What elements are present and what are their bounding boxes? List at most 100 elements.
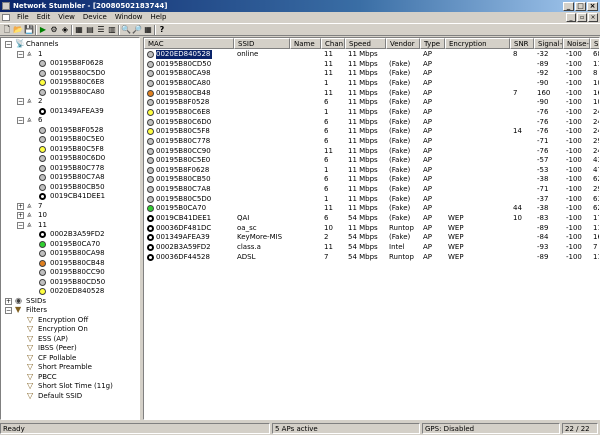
menu-view[interactable]: View [54, 12, 79, 23]
menu-edit[interactable]: Edit [33, 12, 55, 23]
column-header-ssid[interactable]: SSID [234, 38, 290, 49]
table-row[interactable]: 00195B80CB48 11 11 Mbps (Fake) AP 7 160 -100 16 [144, 89, 599, 98]
open-file-icon[interactable]: 📂 [13, 25, 23, 35]
menu-help[interactable]: Help [146, 12, 170, 23]
tree-channel-6[interactable]: − ⩓ 6 [1, 116, 139, 125]
column-header-vendor[interactable]: Vendor [386, 38, 420, 49]
title-bar[interactable]: Network Stumbler - [20080502183744] _ □ … [0, 0, 600, 12]
tree-ap-00195b80cd50[interactable]: 00195B80CD50 [1, 278, 139, 287]
table-row[interactable]: 00195B8F0528 6 11 Mbps (Fake) AP -90 -100 10 [144, 98, 599, 107]
tree-ap-00195b80c6e8[interactable]: 00195B80C6E8 [1, 78, 139, 87]
column-header-encryption[interactable]: Encryption [445, 38, 510, 49]
tree-filter-cf-pollable[interactable]: ▽ CF Pollable [1, 353, 139, 363]
zoom-out-icon[interactable]: 🔎 [132, 25, 142, 35]
table-row[interactable]: 001349AFEA39 KeyMore-MIS 2 54 Mbps (Fake) AP W… [144, 233, 599, 242]
minimize-icon[interactable]: _ [563, 2, 574, 11]
maximize-icon[interactable]: □ [575, 2, 586, 11]
table-row[interactable]: 00195B80C778 6 11 Mbps (Fake) AP -71 -100 29 [144, 137, 599, 146]
collapse-icon[interactable]: − [17, 50, 24, 58]
column-header-signal[interactable]: Signal+ [534, 38, 563, 49]
column-header-chan[interactable]: Chan [321, 38, 345, 49]
menu-window[interactable]: Window [111, 12, 147, 23]
table-row[interactable]: 00195B80C7A8 6 11 Mbps (Fake) AP -71 -100 29 [144, 185, 599, 194]
tree-ap-00195b80cb50[interactable]: 00195B80CB50 [1, 183, 139, 192]
table-row[interactable]: 0019CB41DEE1 QAI 6 54 Mbps (Fake) AP WEP 10 -83 -… [144, 214, 599, 223]
table-row[interactable]: 0002B3A59FD2 class.a 11 54 Mbps Intel AP WEP -9… [144, 243, 599, 252]
tree-ap-00195b80cc90[interactable]: 00195B80CC90 [1, 268, 139, 277]
column-header-type[interactable]: Type [420, 38, 445, 49]
table-row[interactable]: 00195B80CD50 11 11 Mbps (Fake) AP -89 -100 11 [144, 60, 599, 69]
auto-config-icon[interactable]: ⚙ [49, 25, 59, 35]
column-header-noise[interactable]: Noise- [563, 38, 590, 49]
play-scan-icon[interactable]: ▶ [38, 25, 48, 35]
close-icon[interactable]: × [587, 2, 598, 11]
collapse-icon[interactable]: − [17, 221, 24, 229]
tree-channel-7[interactable]: + ⩓ 7 [1, 201, 139, 211]
tree-filter-encryption-off[interactable]: ▽ Encryption Off [1, 315, 139, 325]
table-row[interactable]: 00195B80C6E8 1 11 Mbps (Fake) AP -76 -100 24 [144, 108, 599, 117]
tree-ap-00195b80c5f8[interactable]: 00195B80C5F8 [1, 145, 139, 154]
tree-ssids[interactable]: + ◉ SSIDs [1, 296, 139, 306]
column-header-name[interactable]: Name [290, 38, 321, 49]
list-view-icon[interactable]: ☰ [96, 25, 106, 35]
scan-speed-icon[interactable]: ◈ [60, 25, 70, 35]
table-row[interactable]: 00195B80C5F8 6 11 Mbps (Fake) AP 14 -76 -100 24 [144, 127, 599, 136]
table-row[interactable]: 00195B80C5E0 6 11 Mbps (Fake) AP -57 -100 43 [144, 156, 599, 165]
tree-filter-pbcc[interactable]: ▽ PBCC [1, 372, 139, 382]
tree-filter-default-ssid[interactable]: ▽ Default SSID [1, 391, 139, 401]
ap-list-pane[interactable]: MAC SSID Name Chan Speed Vendor Type Encryption… [143, 37, 600, 420]
tree-filter-ess-ap-[interactable]: ▽ ESS (AP) [1, 334, 139, 344]
tree-pane[interactable]: − 📡 Channels − ⩓ 1 00195B8F0628 00195B80C5D0 001… [0, 37, 140, 420]
table-row[interactable]: 00195B80C6D0 6 11 Mbps (Fake) AP -76 -100 24 [144, 118, 599, 127]
zoom-in-icon[interactable]: 🔍 [121, 25, 131, 35]
tree-ap-0002b3a59fd2[interactable]: 0002B3A59FD2 [1, 230, 139, 239]
tree-filters[interactable]: − ▼ Filters [1, 306, 139, 315]
help-icon[interactable]: ? [157, 25, 167, 35]
tree-ap-00195b80c778[interactable]: 00195B80C778 [1, 164, 139, 173]
tree-ap-00195b80ca98[interactable]: 00195B80CA98 [1, 249, 139, 258]
document-icon[interactable] [2, 14, 10, 21]
tree-filter-ibss-peer-[interactable]: ▽ IBSS (Peer) [1, 344, 139, 353]
large-icons-icon[interactable]: ▦ [74, 25, 84, 35]
tree-ap-00195b8f0528[interactable]: 00195B8F0528 [1, 126, 139, 135]
tree-filter-short-slot-time-11g-[interactable]: ▽ Short Slot Time (11g) [1, 382, 139, 391]
tree-ap-00195b80c5d0[interactable]: 00195B80C5D0 [1, 69, 139, 78]
tree-ap-0020ed840528[interactable]: 0020ED840528 [1, 287, 139, 296]
menu-device[interactable]: Device [79, 12, 111, 23]
tree-channels[interactable]: − 📡 Channels [1, 40, 139, 49]
table-row[interactable]: 00036DF44528 ADSL 7 54 Mbps Runtop AP WEP -89 -1… [144, 253, 599, 262]
table-row[interactable]: 00195B80CB50 6 11 Mbps (Fake) AP -38 -100 62 [144, 175, 599, 184]
tree-ap-00195b80c5e0[interactable]: 00195B80C5E0 [1, 135, 139, 144]
column-header-snr[interactable]: SNR [510, 38, 534, 49]
expand-icon[interactable]: + [5, 297, 12, 305]
collapse-icon[interactable]: − [5, 41, 12, 48]
tree-ap-00195b80c7a8[interactable]: 00195B80C7A8 [1, 173, 139, 182]
tree-ap-001349afea39[interactable]: 001349AFEA39 [1, 107, 139, 116]
mdi-restore-icon[interactable]: ▫ [577, 13, 587, 22]
app-icon[interactable] [2, 2, 10, 10]
table-row[interactable]: 00036DF481DC oa_sc 10 11 Mbps Runtop AP WEP -89… [144, 224, 599, 233]
collapse-icon[interactable]: − [5, 307, 12, 314]
table-row[interactable]: 00195B80C5D0 1 11 Mbps (Fake) AP -37 -100 63 [144, 195, 599, 204]
tree-ap-00195b0ca70[interactable]: 00195B0CA70 [1, 240, 139, 249]
table-row[interactable]: 0020ED840528 online 11 11 Mbps AP 8 -32 -100 68 [144, 50, 599, 59]
table-row[interactable]: 00195B8F0628 1 11 Mbps (Fake) AP -53 -100 47 [144, 166, 599, 175]
tree-ap-0019cb41dee1[interactable]: 0019CB41DEE1 [1, 192, 139, 201]
grid-icon[interactable]: ▦ [143, 25, 153, 35]
mdi-minimize-icon[interactable]: _ [566, 13, 576, 22]
menu-file[interactable]: File [13, 12, 33, 23]
small-icons-icon[interactable]: ▤ [85, 25, 95, 35]
tree-filter-encryption-on[interactable]: ▽ Encryption On [1, 325, 139, 334]
tree-channel-1[interactable]: − ⩓ 1 [1, 49, 139, 59]
table-row[interactable]: 00195B80CC90 11 11 Mbps (Fake) AP -76 -100 24 [144, 147, 599, 156]
column-header-mac[interactable]: MAC [144, 38, 234, 49]
table-row[interactable]: 00195B80CA98 11 11 Mbps (Fake) AP -92 -100 8 [144, 69, 599, 78]
mdi-close-icon[interactable]: × [588, 13, 598, 22]
tree-ap-00195b8f0628[interactable]: 00195B8F0628 [1, 59, 139, 68]
column-header-speed[interactable]: Speed [345, 38, 386, 49]
tree-ap-00195b80c6d0[interactable]: 00195B80C6D0 [1, 154, 139, 163]
new-file-icon[interactable]: 🗋 [2, 25, 12, 35]
expand-icon[interactable]: + [17, 202, 24, 210]
tree-ap-00195b80ca80[interactable]: 00195B80CA80 [1, 88, 139, 97]
tree-channel-11[interactable]: − ⩓ 11 [1, 220, 139, 230]
